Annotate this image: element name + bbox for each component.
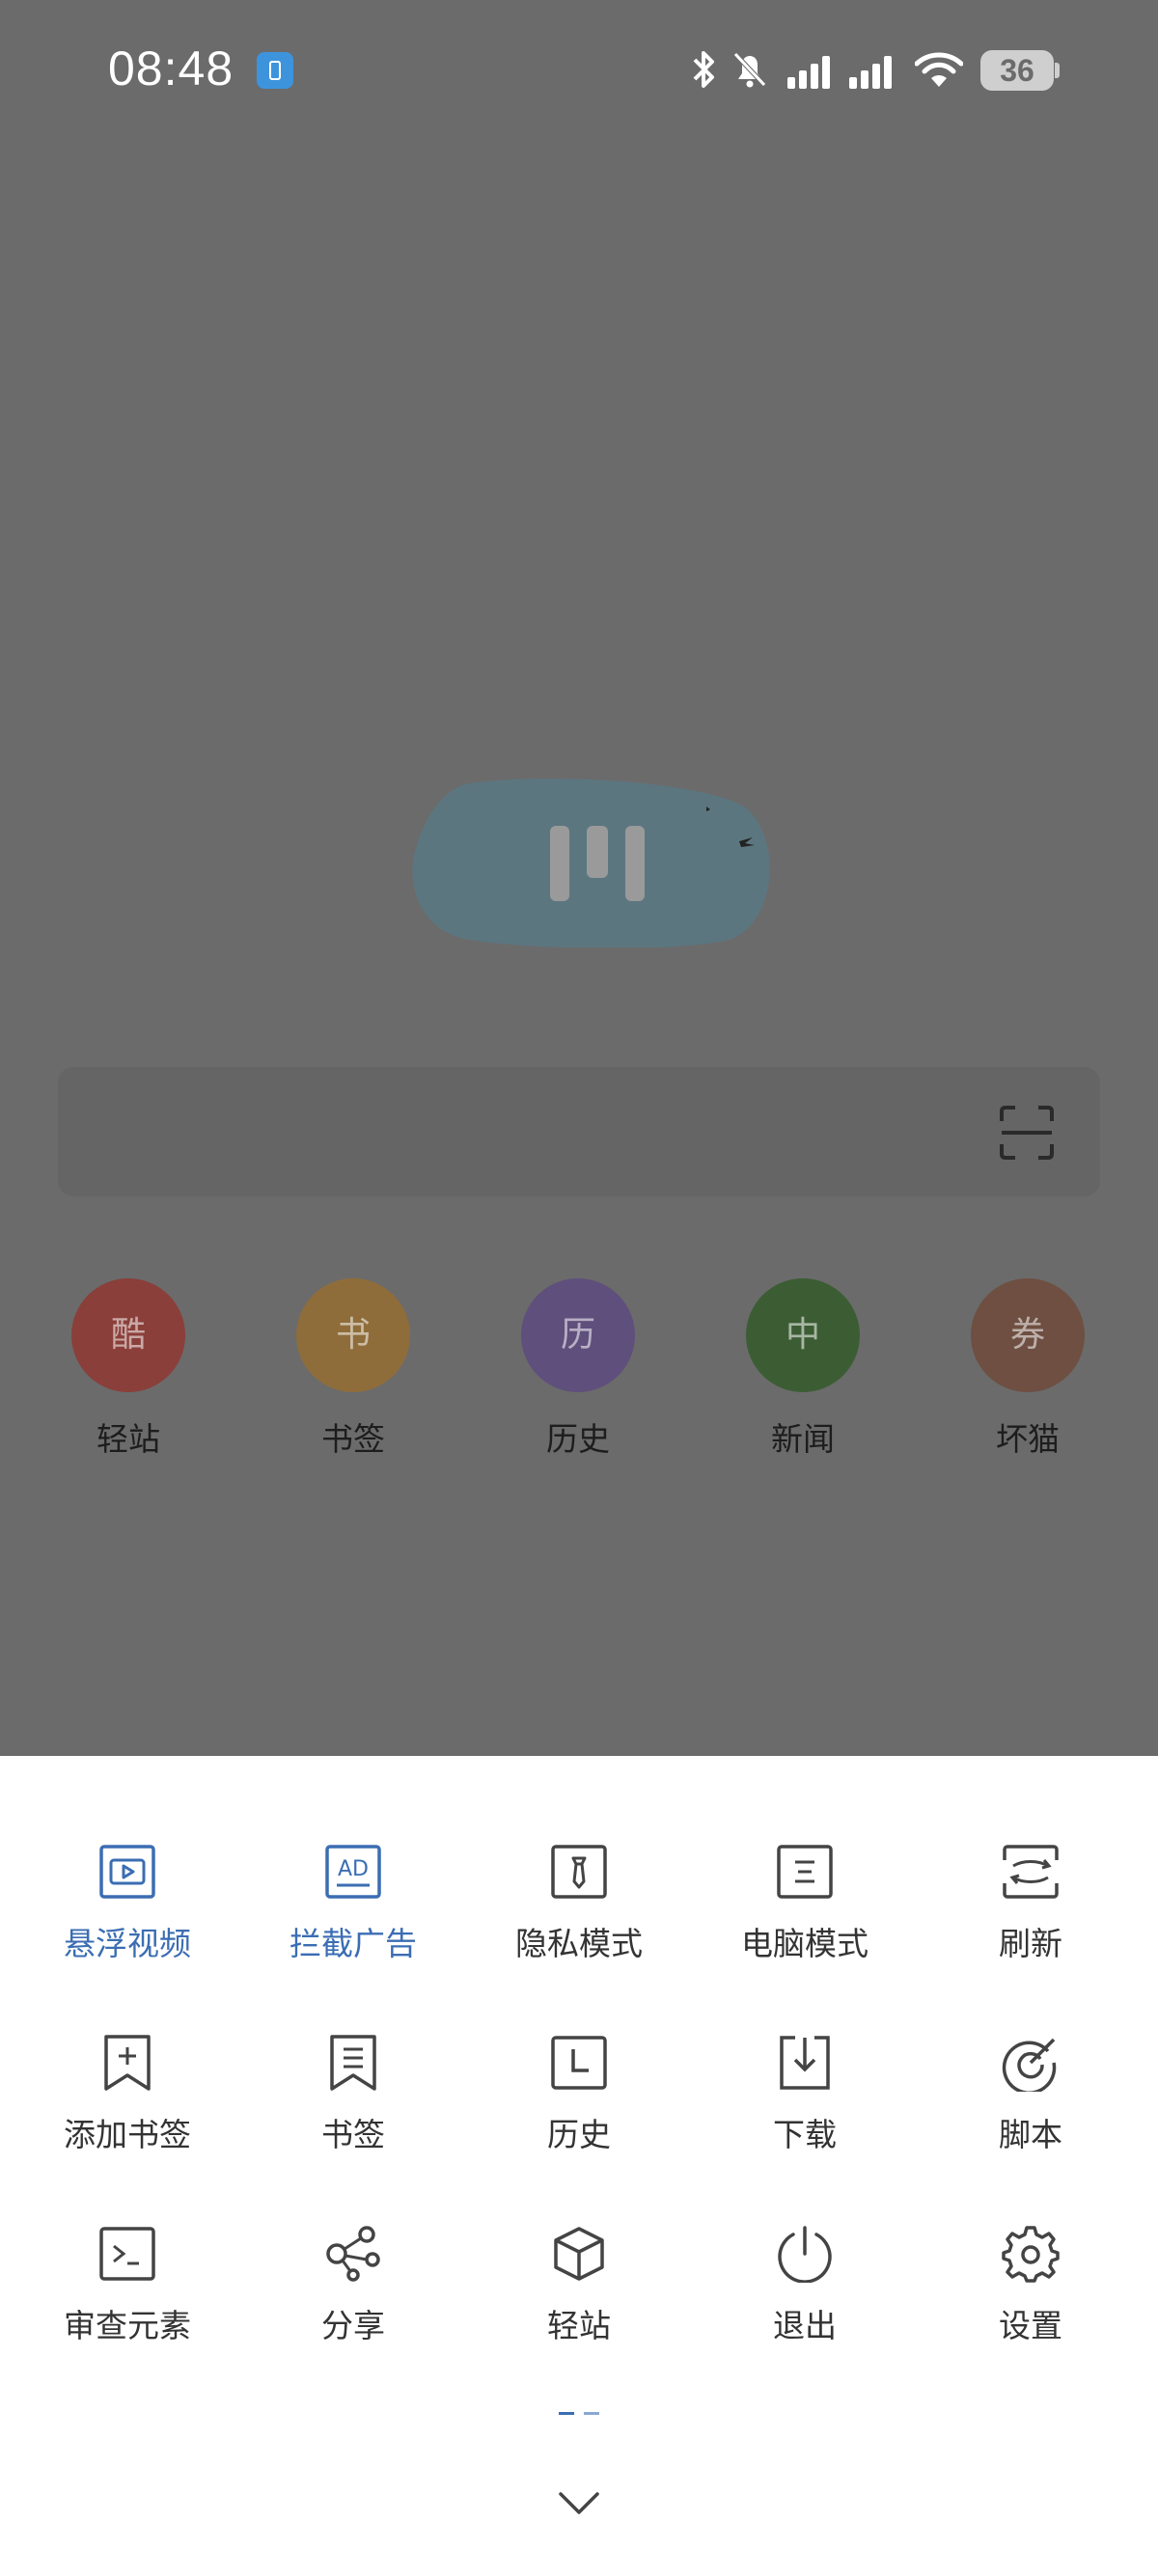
menu-exit[interactable]: 退出 xyxy=(708,2225,901,2370)
floating-video-icon xyxy=(99,1845,155,1899)
wifi-icon xyxy=(915,52,963,87)
download-icon xyxy=(780,2036,830,2090)
search-bar[interactable] xyxy=(58,1067,1100,1196)
menu-item-label: 设置 xyxy=(999,2307,1062,2344)
menu-item-label: 历史 xyxy=(547,2116,611,2153)
menu-floating-video[interactable]: 悬浮视频 xyxy=(31,1843,224,1987)
shortcut-label: 坏猫 xyxy=(996,1420,1060,1458)
svg-text:AD: AD xyxy=(338,1857,369,1881)
shortcut-icon: 书 xyxy=(296,1278,410,1392)
privacy-mode-icon xyxy=(551,1845,607,1899)
menu-privacy-mode[interactable]: 隐私模式 xyxy=(482,1843,676,1987)
menu-item-label: 刷新 xyxy=(999,1925,1062,1962)
menu-script[interactable]: 脚本 xyxy=(934,2034,1127,2179)
battery-tip xyxy=(1055,63,1060,78)
scan-icon[interactable] xyxy=(998,1104,1056,1162)
menu-bookmarks[interactable]: 书签 xyxy=(257,2034,450,2179)
battery-indicator: 36 xyxy=(980,50,1054,91)
menu-history[interactable]: 历史 xyxy=(482,2034,676,2179)
shortcut-light-site[interactable]: 酷 轻站 xyxy=(51,1278,206,1460)
shortcut-icon: 历 xyxy=(521,1278,635,1392)
menu-item-label: 电脑模式 xyxy=(741,1925,868,1962)
ad-block-icon: AD xyxy=(325,1845,381,1899)
power-icon xyxy=(778,2226,832,2283)
menu-item-label: 下载 xyxy=(773,2116,837,2153)
inspect-element-icon xyxy=(99,2227,155,2281)
menu-inspect-element[interactable]: 审查元素 xyxy=(31,2225,224,2370)
desktop-mode-icon xyxy=(777,1845,833,1899)
menu-share[interactable]: 分享 xyxy=(257,2225,450,2370)
shortcut-coupons[interactable]: 券 坏猫 xyxy=(951,1278,1105,1460)
menu-item-label: 添加书签 xyxy=(64,2116,191,2153)
history-icon xyxy=(551,2036,607,2090)
menu-item-label: 分享 xyxy=(321,2307,385,2344)
shortcut-label: 历史 xyxy=(546,1420,610,1458)
bookmark-icon xyxy=(330,2035,376,2091)
chevron-down-icon[interactable] xyxy=(558,2489,600,2518)
menu-refresh[interactable]: 刷新 xyxy=(934,1843,1127,1987)
shortcut-icon: 券 xyxy=(971,1278,1085,1392)
menu-item-label: 悬浮视频 xyxy=(64,1925,191,1962)
shortcut-icon: 中 xyxy=(746,1278,860,1392)
browser-logo xyxy=(412,778,770,947)
shortcut-history[interactable]: 历 历史 xyxy=(501,1278,655,1460)
phone-app-notification-icon xyxy=(257,52,293,89)
menu-ad-block[interactable]: AD 拦截广告 xyxy=(257,1843,450,1987)
menu-download[interactable]: 下载 xyxy=(708,2034,901,2179)
menu-item-label: 拦截广告 xyxy=(290,1925,417,1962)
signal-icon xyxy=(787,56,830,89)
menu-item-label: 隐私模式 xyxy=(515,1925,643,1962)
shortcut-icon: 酷 xyxy=(71,1278,185,1392)
share-icon xyxy=(326,2226,380,2282)
shortcut-label: 新闻 xyxy=(771,1420,835,1458)
refresh-icon xyxy=(1002,1845,1060,1899)
signal-icon xyxy=(849,56,892,89)
menu-item-label: 脚本 xyxy=(999,2116,1062,2153)
page-indicator xyxy=(559,2412,599,2415)
mute-bell-icon xyxy=(733,52,766,88)
shortcut-news[interactable]: 中 新闻 xyxy=(726,1278,880,1460)
menu-settings[interactable]: 设置 xyxy=(934,2225,1127,2370)
status-bar: 08:48 36 xyxy=(0,0,1158,140)
light-site-icon xyxy=(554,2227,604,2281)
menu-item-label: 审查元素 xyxy=(64,2307,191,2344)
menu-light-site[interactable]: 轻站 xyxy=(482,2225,676,2370)
browser-menu-sheet: 悬浮视频 AD 拦截广告 隐私模式 电脑模式 刷新 添加书签 书签 历史 下载 … xyxy=(0,1756,1158,2576)
page-dot xyxy=(584,2412,599,2415)
shortcut-label: 轻站 xyxy=(96,1420,160,1458)
add-bookmark-icon xyxy=(104,2035,151,2091)
settings-icon xyxy=(1002,2226,1060,2283)
shortcut-bookmarks[interactable]: 书 书签 xyxy=(276,1278,430,1460)
status-time: 08:48 xyxy=(108,41,234,96)
quick-shortcuts: 酷 轻站 书 书签 历 历史 中 新闻 券 坏猫 xyxy=(0,1278,1158,1471)
menu-item-label: 轻站 xyxy=(547,2307,611,2344)
menu-item-label: 书签 xyxy=(321,2116,385,2153)
bluetooth-icon xyxy=(693,51,714,88)
menu-desktop-mode[interactable]: 电脑模式 xyxy=(708,1843,901,1987)
page-dot-active xyxy=(559,2412,574,2415)
shortcut-label: 书签 xyxy=(321,1420,385,1458)
menu-add-bookmark[interactable]: 添加书签 xyxy=(31,2034,224,2179)
script-icon xyxy=(1002,2038,1057,2092)
menu-item-label: 退出 xyxy=(773,2307,837,2344)
